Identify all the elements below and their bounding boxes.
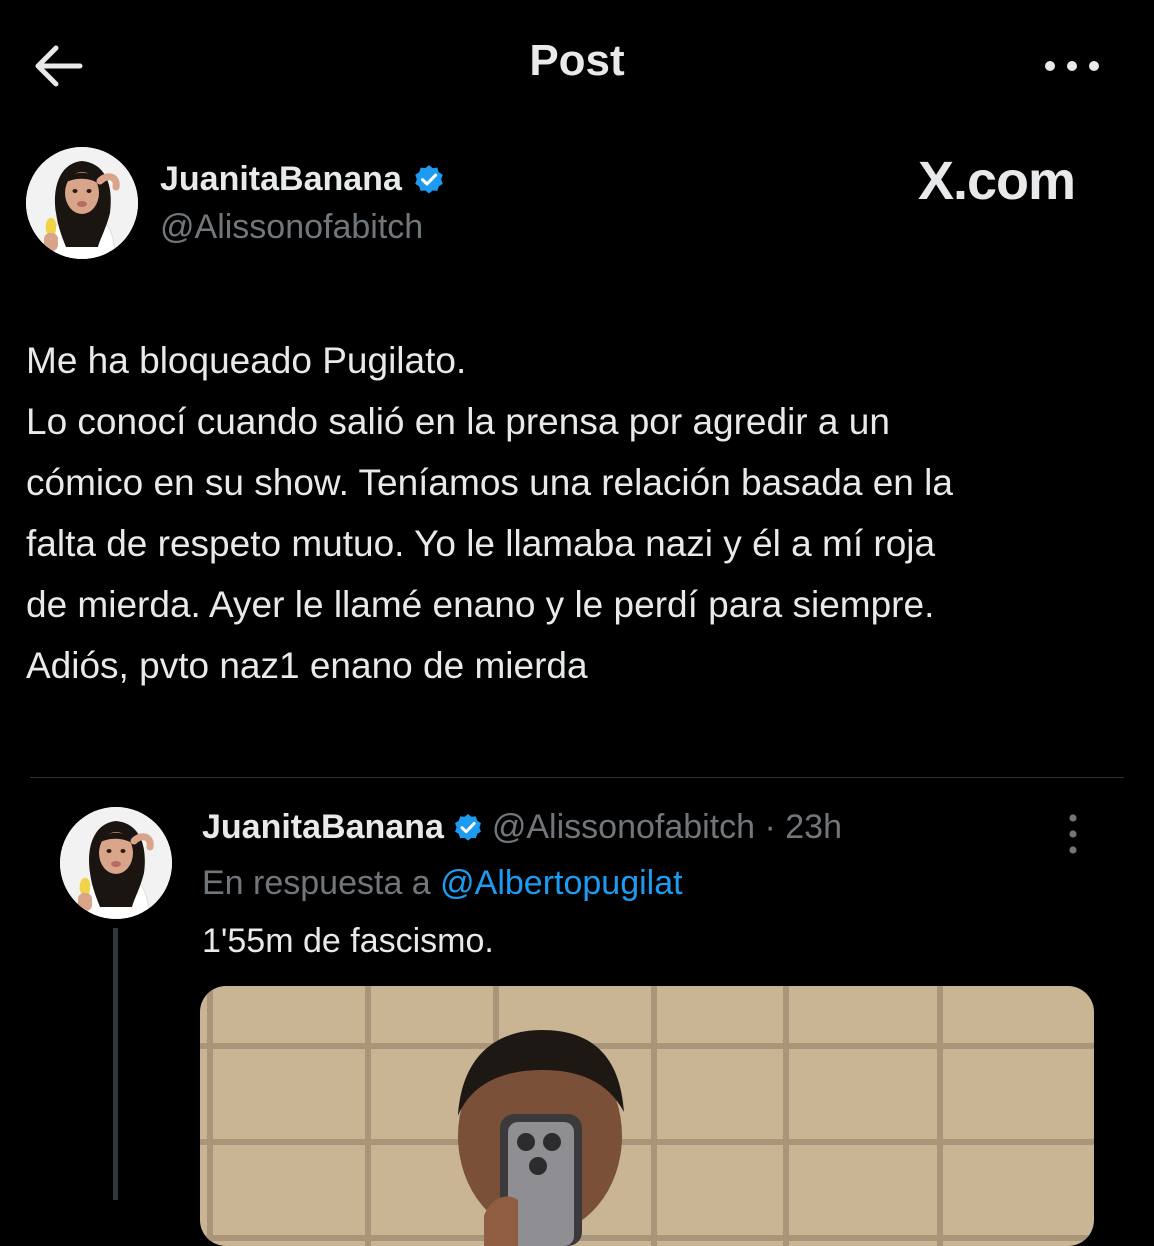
author-name[interactable]: JuanitaBanana — [160, 160, 402, 199]
page-title: Post — [529, 36, 625, 85]
author-name-row[interactable]: JuanitaBanana — [160, 160, 446, 199]
reply-handle-and-time[interactable]: @Alissonofabitch · 23h — [492, 808, 842, 847]
verified-badge-icon — [415, 164, 443, 193]
tweet-line: cómico en su show. Teníamos una relación… — [26, 462, 953, 503]
avatar-photo — [60, 807, 172, 919]
more-options-button[interactable] — [1036, 46, 1108, 86]
author-avatar[interactable] — [26, 147, 138, 259]
replying-to-line: En respuesta a @Albertopugilat — [202, 864, 683, 903]
replying-to-label: En respuesta a — [202, 864, 441, 902]
tweet-line: Adiós, pvto naz1 enano de mierda — [26, 645, 588, 686]
x-com-watermark: X.com — [918, 151, 1076, 211]
thread-connector-line — [113, 928, 118, 1200]
reply-media-photo[interactable] — [200, 986, 1094, 1246]
more-horizontal-icon — [1045, 61, 1099, 71]
reply-text: 1'55m de fascismo. — [202, 922, 494, 960]
arrow-left-icon — [35, 45, 83, 87]
avatar-photo — [26, 147, 138, 259]
photo-selfie-mirror — [200, 986, 1094, 1246]
tweet-line: Lo conocí cuando salió en la prensa por … — [26, 401, 890, 442]
tweet-line: Me ha bloqueado Pugilato. — [26, 340, 467, 381]
top-bar: Post — [0, 0, 1154, 130]
reply-author-avatar[interactable] — [60, 807, 172, 919]
verified-badge-icon — [454, 813, 481, 841]
more-vertical-icon — [1069, 814, 1077, 854]
reply-more-button[interactable] — [1056, 808, 1090, 860]
reply-header: JuanitaBanana @Alissonofabitch · 23h — [202, 808, 842, 847]
section-divider — [30, 777, 1124, 778]
tweet-line: de mierda. Ayer le llamé enano y le perd… — [26, 584, 935, 625]
tweet-text: Me ha bloqueado Pugilato. Lo conocí cuan… — [26, 330, 1136, 696]
tweet-line: falta de respeto mutuo. Yo le llamaba na… — [26, 523, 936, 564]
back-button[interactable] — [28, 40, 88, 92]
reply-author-name[interactable]: JuanitaBanana — [202, 808, 444, 847]
author-handle[interactable]: @Alissonofabitch — [160, 208, 423, 247]
replying-to-handle-link[interactable]: @Albertopugilat — [440, 864, 682, 902]
